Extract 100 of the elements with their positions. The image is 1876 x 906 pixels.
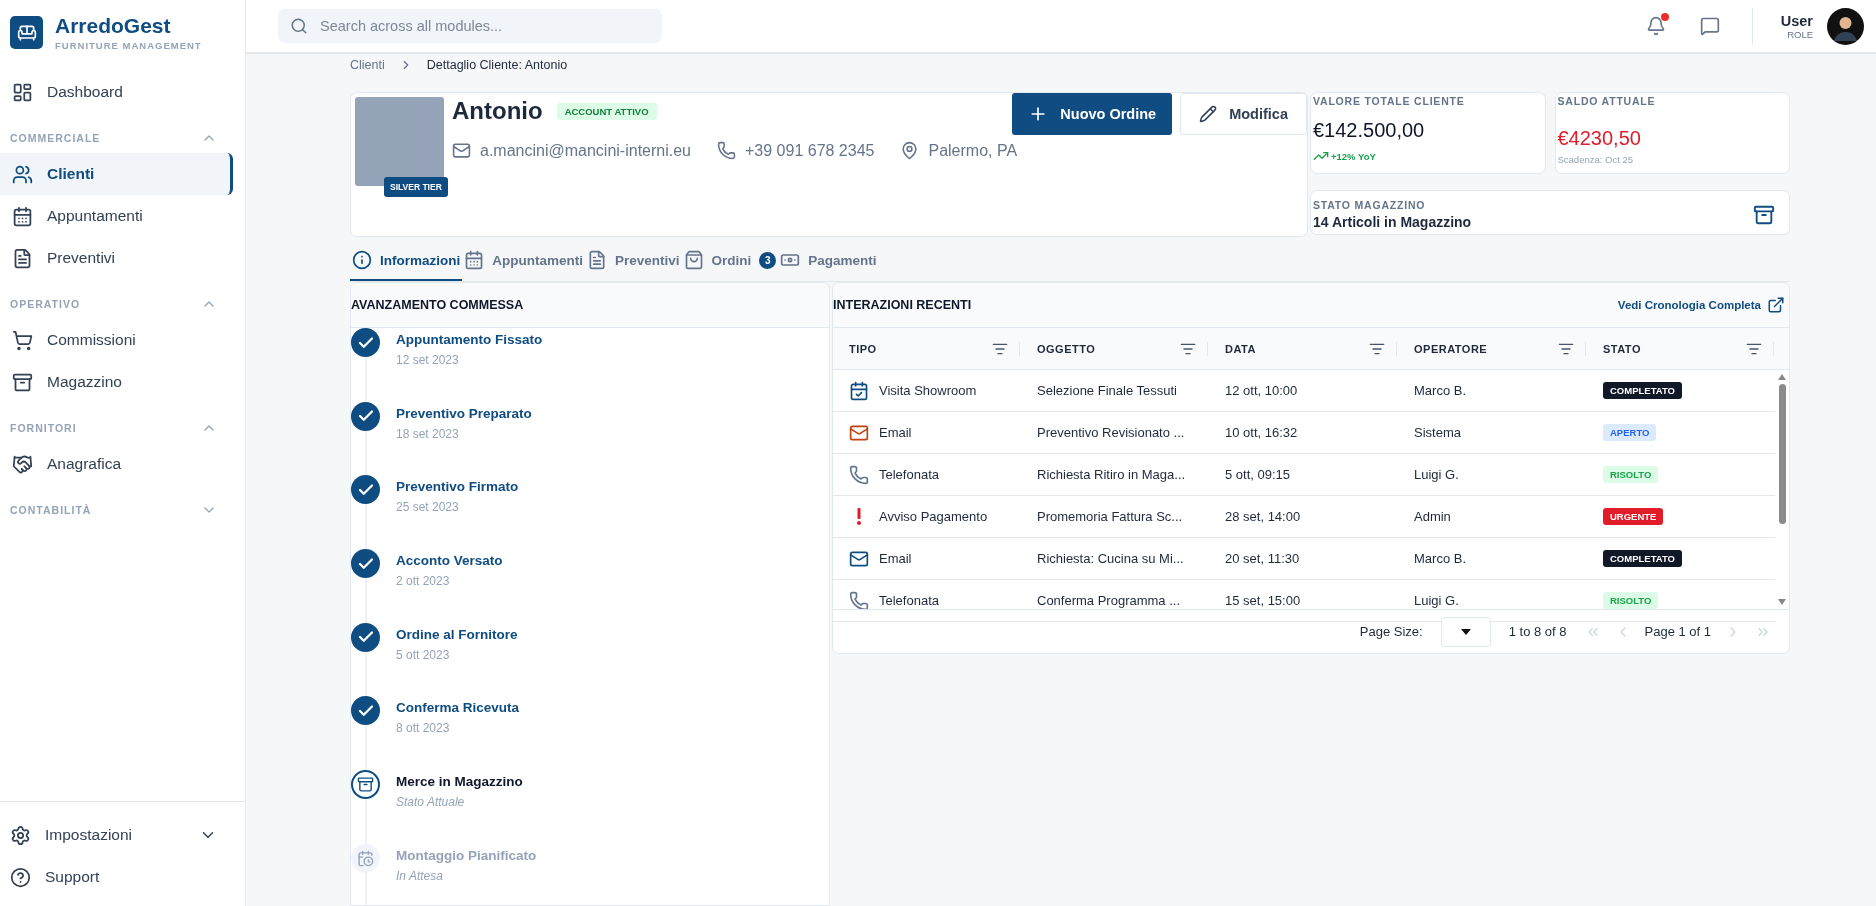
table-cell: Email bbox=[879, 551, 912, 566]
breadcrumb-link[interactable]: Clienti bbox=[350, 58, 385, 72]
due-date-note: Scadenza: Oct 25 bbox=[1557, 154, 1635, 165]
step-title: Merce in Magazzino bbox=[396, 774, 523, 790]
step-title: Acconto Versato bbox=[396, 553, 503, 569]
scroll-down-icon[interactable] bbox=[1778, 599, 1786, 605]
customer-email: a.mancini@mancini-interni.eu bbox=[480, 141, 691, 160]
table-cell-text: Conferma Programma ... bbox=[1036, 592, 1182, 610]
step-title: Preventivo Preparato bbox=[396, 405, 532, 421]
chat-icon bbox=[1699, 16, 1720, 36]
caret-icon bbox=[1460, 628, 1471, 635]
nav-item[interactable]: Commissioni bbox=[0, 319, 233, 361]
calendar-icon bbox=[12, 205, 33, 227]
phone-icon bbox=[717, 141, 736, 160]
scrollbar-thumb[interactable] bbox=[1778, 384, 1786, 524]
handshake-icon bbox=[12, 453, 33, 475]
nav-item[interactable]: Preventivi bbox=[0, 237, 233, 279]
panel-title: AVANZAMENTO COMMESSA bbox=[351, 298, 524, 312]
nav-item[interactable]: Impostazioni bbox=[0, 814, 245, 856]
search-icon bbox=[290, 17, 308, 35]
archive-icon bbox=[12, 371, 33, 393]
stat-value: 14 Articoli in Magazzino bbox=[1313, 214, 1472, 230]
tab[interactable]: Pagamenti bbox=[778, 241, 879, 281]
table-cell-text: Promemoria Fattura Sc... bbox=[1036, 508, 1184, 526]
section-title: CONTABILITÀ bbox=[10, 504, 92, 516]
page-size-label: Page Size: bbox=[1359, 624, 1423, 639]
step-date: In Attesa bbox=[396, 868, 444, 883]
brand-name: ArredoGest bbox=[55, 14, 172, 38]
table-cell-text: 10 ott, 16:32 bbox=[1224, 424, 1299, 442]
nav-item[interactable]: Magazzino bbox=[0, 361, 233, 403]
status-badge: URGENTE bbox=[1603, 508, 1664, 525]
customer-phone: +39 091 678 2345 bbox=[745, 141, 875, 160]
document-icon bbox=[12, 247, 33, 269]
tier-badge: SILVER TIER bbox=[384, 177, 448, 197]
scroll-up-icon[interactable] bbox=[1778, 374, 1786, 380]
nav-item[interactable]: Appuntamenti bbox=[0, 195, 233, 237]
location-pin-icon bbox=[900, 141, 920, 160]
step-title: Ordine al Fornitore bbox=[396, 626, 518, 642]
step-title: Appuntamento Fissato bbox=[396, 332, 543, 347]
step-title: Preventivo Firmato bbox=[396, 479, 519, 495]
table-cell-text: 28 set, 14:00 bbox=[1224, 508, 1302, 526]
table-cell-text: Luigi G. bbox=[1413, 466, 1460, 484]
pencil-icon bbox=[1199, 105, 1218, 123]
table-cell-text: 20 set, 11:30 bbox=[1224, 550, 1301, 568]
table-cell-text: Marco B. bbox=[1413, 382, 1467, 400]
row-range: 1 to 8 of 8 bbox=[1508, 624, 1567, 639]
archive-icon bbox=[1753, 203, 1775, 226]
stat-label: SALDO ATTUALE bbox=[1557, 95, 1657, 107]
column-header: TIPO bbox=[849, 342, 877, 355]
section-title: COMMERCIALE bbox=[10, 132, 101, 144]
page-indicator: Page 1 of 1 bbox=[1644, 624, 1711, 639]
sofa-logo-icon bbox=[10, 16, 43, 49]
edit-button[interactable]: Modifica bbox=[1180, 93, 1307, 135]
stat-label: STATO MAGAZZINO bbox=[1313, 199, 1427, 211]
step-date: 2 ott 2023 bbox=[396, 574, 451, 589]
tab[interactable]: Ordini 3 bbox=[681, 241, 779, 281]
help-icon bbox=[10, 866, 31, 888]
column-header: STATO bbox=[1603, 342, 1641, 355]
column-header: OPERATORE bbox=[1414, 342, 1488, 355]
status-badge: RISOLTO bbox=[1603, 592, 1659, 609]
step-date: Stato Attuale bbox=[396, 795, 466, 810]
status-badge: COMPLETATO bbox=[1603, 550, 1682, 567]
table-cell-text: Selezione Finale Tessuti bbox=[1036, 382, 1178, 400]
table-cell: Telefonata bbox=[879, 593, 939, 608]
section-title: OPERATIVO bbox=[10, 298, 81, 310]
table-cell: Email bbox=[879, 425, 912, 440]
table-cell-text: Admin bbox=[1413, 508, 1452, 526]
document-icon bbox=[587, 250, 607, 270]
bell-icon bbox=[1645, 16, 1666, 36]
step-title: Montaggio Pianificato bbox=[396, 847, 537, 863]
nav-item[interactable]: Support bbox=[0, 856, 245, 898]
bag-icon bbox=[683, 250, 704, 270]
customer-name: Antonio bbox=[452, 97, 543, 125]
user-name: User bbox=[1780, 12, 1813, 29]
nav-item[interactable]: Dashboard bbox=[0, 71, 233, 113]
step-date: 12 set 2023 bbox=[396, 353, 460, 367]
step-date: 8 ott 2023 bbox=[396, 721, 451, 736]
tab[interactable]: Preventivi bbox=[585, 241, 682, 281]
nav-item[interactable]: Anagrafica bbox=[0, 443, 233, 485]
table-cell-text: Richiesta Ritiro in Maga... bbox=[1036, 466, 1187, 484]
new-order-button[interactable]: Nuovo Ordine bbox=[1012, 93, 1173, 135]
stat-label: VALORE TOTALE CLIENTE bbox=[1313, 95, 1466, 107]
column-header: OGGETTO bbox=[1037, 342, 1096, 355]
nav-item[interactable]: Clienti bbox=[0, 153, 233, 195]
search-field[interactable]: Search across all modules... bbox=[278, 9, 662, 43]
status-badge: APERTO bbox=[1603, 424, 1657, 441]
step-date: 5 ott 2023 bbox=[396, 647, 451, 662]
tab[interactable]: Appuntamenti bbox=[462, 241, 585, 281]
table-cell: Avviso Pagamento bbox=[879, 509, 988, 524]
step-date: 18 set 2023 bbox=[396, 426, 460, 441]
people-icon bbox=[12, 163, 33, 185]
cart-icon bbox=[12, 329, 33, 351]
user-avatar[interactable] bbox=[1827, 7, 1864, 45]
table-cell-text: Sistema bbox=[1413, 424, 1462, 442]
history-link[interactable]: Vedi Cronologia Completa bbox=[1617, 296, 1785, 314]
table-cell-text: Richiesta: Cucina su Mi... bbox=[1036, 550, 1185, 568]
status-badge: COMPLETATO bbox=[1603, 382, 1682, 399]
stat-value: €142.500,00 bbox=[1313, 119, 1426, 142]
settings-icon bbox=[10, 824, 31, 846]
mail-icon bbox=[452, 141, 471, 160]
